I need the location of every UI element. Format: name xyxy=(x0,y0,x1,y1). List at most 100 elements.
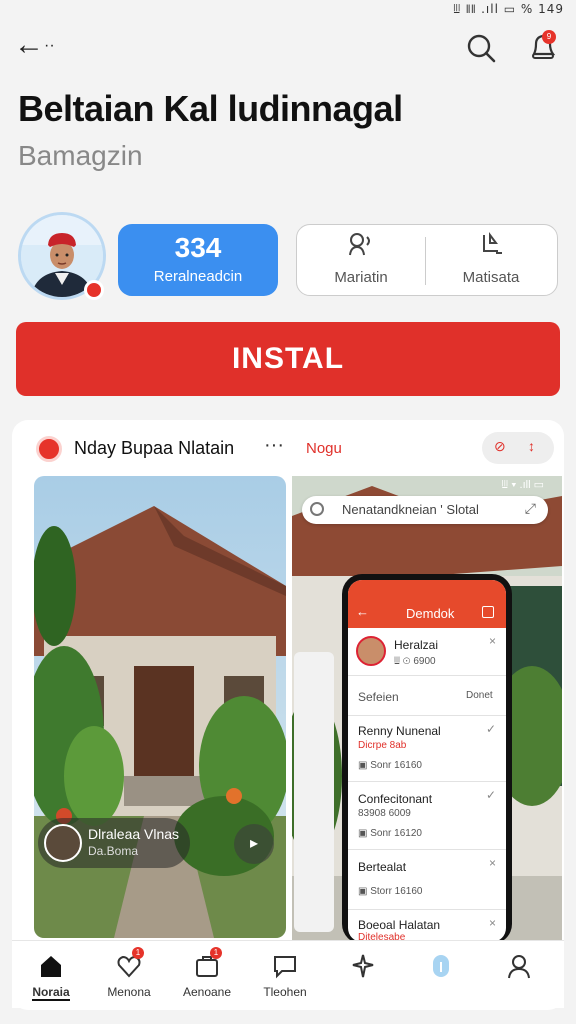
sparkle-icon xyxy=(350,953,376,979)
close-icon[interactable]: × xyxy=(489,856,496,870)
phone-mockup-scene: ꔗ ▾ .ıll ▭ Nenatandkneian ' Slotal ⤢ ← D… xyxy=(292,476,562,942)
nav-label: Noraia xyxy=(32,985,70,1001)
bottom-navigation: Noraia 1 Menona 1 Aenoane Tleohen xyxy=(12,940,564,1008)
app-subtitle: Bamagzin xyxy=(18,140,143,171)
notifications-button[interactable]: 9 xyxy=(526,30,560,64)
side-panel xyxy=(294,652,334,932)
phone-header: ← Demdok xyxy=(348,580,506,628)
list-item-title: Heralzai xyxy=(394,638,439,652)
search-text: Nenatandkneian ' Slotal xyxy=(342,502,479,517)
card-header: Nday Bupaa Nlatain ··· xyxy=(24,422,296,474)
card-label: Nogu xyxy=(306,440,342,457)
list-item-tag: Dicrpe 8ab xyxy=(358,740,407,751)
stat-mariatin[interactable]: Mariatin xyxy=(297,225,425,297)
info-icon xyxy=(428,953,454,979)
nav-item-home[interactable]: Noraia xyxy=(18,941,84,1009)
list-item[interactable]: Sefeien Donet xyxy=(348,676,506,716)
list-item[interactable]: Confecitonant 83908 6009 ▣ Sonr 16120 ✓ xyxy=(348,782,506,850)
card-actions[interactable]: ⊘ ↕ xyxy=(482,432,554,464)
author-chip[interactable]: Dlraleaa Vlnas Da.Boma xyxy=(38,818,190,868)
nav-item-menona[interactable]: 1 Menona xyxy=(96,941,162,1009)
nav-item-tleohen[interactable]: Tleohen xyxy=(252,941,318,1009)
list-item-tag: 83908 6009 xyxy=(358,808,411,819)
list-item-title: Boeoal Halatan xyxy=(358,918,441,932)
nav-badge: 1 xyxy=(132,947,144,959)
list-item-meta: ▣ Storr 16160 xyxy=(358,886,423,897)
rating-value: 334 xyxy=(174,232,222,263)
list-item-title: Confecitonant xyxy=(358,792,433,806)
nav-label: Tleohen xyxy=(263,985,307,999)
back-button[interactable]: ←·· xyxy=(14,28,55,63)
stats-divider xyxy=(425,237,426,285)
screenshot-gallery[interactable]: Nday Bupaa Nlatain ··· Dlraleaa Vlnas Da… xyxy=(12,420,564,1010)
search-icon xyxy=(467,34,496,63)
author-avatar xyxy=(44,824,82,862)
list-item-title: Sefeien xyxy=(358,690,399,704)
house-photo xyxy=(34,476,286,938)
list-item[interactable]: Boeoal Halatan Ditelesabe × xyxy=(348,910,506,942)
nav-item-info[interactable] xyxy=(408,941,474,1009)
stats-box: Mariatin Matisata xyxy=(296,224,558,296)
nav-item-profile[interactable] xyxy=(486,941,552,1009)
gallery-card-left[interactable]: Nday Bupaa Nlatain ··· Dlraleaa Vlnas Da… xyxy=(24,422,296,942)
list-item[interactable]: Renny Nunenal Dicrpe 8ab ▣ Sonr 16160 ✓ xyxy=(348,716,506,782)
list-item-meta: ꔗ ⊙ 6900 xyxy=(394,656,436,667)
install-button[interactable]: INSTAL xyxy=(16,322,560,396)
back-dots: ·· xyxy=(44,37,55,55)
stat-label: Matisata xyxy=(462,269,520,286)
home-icon xyxy=(38,953,64,979)
list-item-meta: Donet xyxy=(466,690,493,701)
card-header: Nogu ⊘ ↕ xyxy=(292,422,562,474)
sort-icon[interactable]: ↕ xyxy=(528,438,535,454)
nav-badge: 1 xyxy=(210,947,222,959)
notification-badge: 9 xyxy=(542,30,556,44)
app-title: Beltaian Kal ludinnagal xyxy=(18,88,403,129)
download-icon xyxy=(427,232,555,263)
online-status-dot xyxy=(84,280,104,300)
close-icon[interactable]: × xyxy=(489,916,496,930)
avatar xyxy=(356,636,386,666)
rating-box[interactable]: 334 Reralneadcin xyxy=(118,224,278,296)
app-logo-icon xyxy=(36,436,62,462)
person-voice-icon xyxy=(297,233,425,263)
scene-status-bar: ꔗ ▾ .ıll ▭ xyxy=(501,479,544,491)
check-icon[interactable]: ✓ xyxy=(486,788,496,802)
author-sub: Da.Boma xyxy=(88,844,139,858)
phone-device: ← Demdok Heralzai ꔗ ⊙ 6900 × Sefeien Don… xyxy=(342,574,512,942)
search-bar[interactable]: Nenatandkneian ' Slotal ⤢ xyxy=(302,496,548,524)
clock-icon[interactable]: ⊘ xyxy=(494,438,506,455)
rating-label: Reralneadcin xyxy=(153,268,243,285)
search-icon xyxy=(310,502,324,516)
list-item-meta: ▣ Sonr 16120 xyxy=(358,828,422,839)
card-title: Nday Bupaa Nlatain xyxy=(74,438,235,458)
play-icon[interactable]: ▸ xyxy=(234,824,274,864)
list-item-meta: ▣ Sonr 16160 xyxy=(358,760,422,771)
profile-icon xyxy=(506,953,532,979)
nav-label: Aenoane xyxy=(182,985,232,999)
list-item[interactable]: Heralzai ꔗ ⊙ 6900 × xyxy=(348,628,506,676)
stat-matisata[interactable]: Matisata xyxy=(427,225,555,297)
check-icon[interactable]: ✓ xyxy=(486,722,496,736)
expand-icon[interactable]: ⤢ xyxy=(525,500,536,517)
heart-icon: 1 xyxy=(116,947,144,979)
nav-label: Menona xyxy=(107,985,151,999)
nav-item-sparkle[interactable] xyxy=(330,941,396,1009)
phone-screen: ← Demdok Heralzai ꔗ ⊙ 6900 × Sefeien Don… xyxy=(348,580,506,942)
author-name: Dlraleaa Vlnas xyxy=(88,826,180,842)
status-bar: ꔗ 𝍪𝍪 .ıll ▭ % 149 xyxy=(453,2,564,16)
phone-back-icon[interactable]: ← xyxy=(356,604,369,619)
phone-title: Demdok xyxy=(406,606,455,621)
back-arrow-icon: ← xyxy=(14,28,44,61)
list-item-title: Renny Nunenal xyxy=(358,724,441,738)
gallery-card-right[interactable]: Nogu ⊘ ↕ ꔗ ▾ .ıll ▭ Nenatandkneian ' Slo… xyxy=(292,422,562,942)
briefcase-icon: 1 xyxy=(194,947,222,979)
more-options-icon[interactable]: ··· xyxy=(264,434,284,457)
chat-icon xyxy=(272,953,298,979)
search-button[interactable] xyxy=(464,32,498,66)
stat-label: Mariatin xyxy=(334,269,388,286)
close-icon[interactable]: × xyxy=(489,634,496,648)
list-item[interactable]: Bertealat ▣ Storr 16160 × xyxy=(348,850,506,910)
phone-menu-icon[interactable] xyxy=(482,606,494,618)
nav-item-aenoane[interactable]: 1 Aenoane xyxy=(174,941,240,1009)
list-item-title: Bertealat xyxy=(358,860,407,874)
